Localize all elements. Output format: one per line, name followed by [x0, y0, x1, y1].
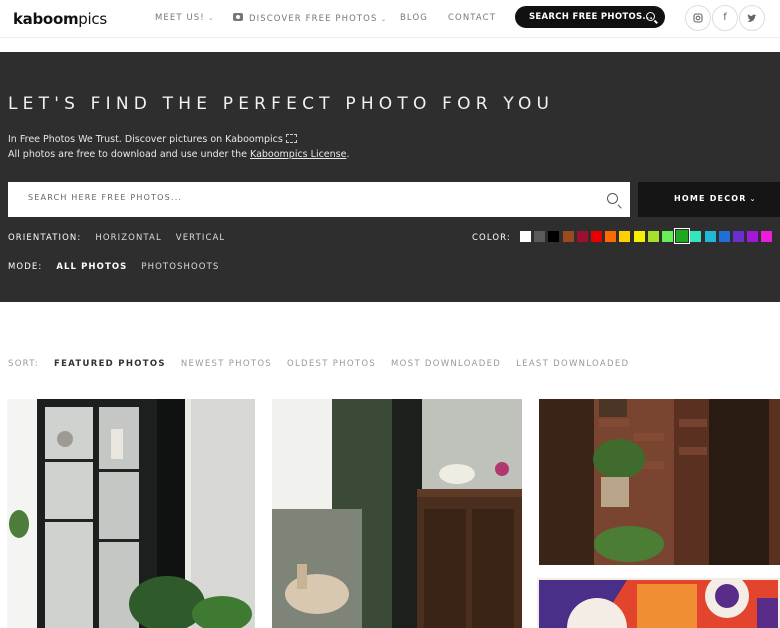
nav-meet-us-label: MEET US! — [155, 13, 205, 23]
color-swatch[interactable] — [534, 231, 546, 242]
category-dropdown-label: HOME DECOR — [674, 194, 747, 203]
hero-section: LET'S FIND THE PERFECT PHOTO FOR YOU In … — [0, 52, 780, 302]
photo-glass-cabinet[interactable] — [7, 399, 255, 628]
orientation-vertical[interactable]: VERTICAL — [176, 233, 225, 243]
sort-label: SORT: — [8, 359, 39, 369]
color-swatch[interactable] — [747, 231, 759, 242]
sort-bar: SORT: FEATURED PHOTOS NEWEST PHOTOS OLDEST … — [8, 359, 629, 369]
nav-discover-free-photos[interactable]: DISCOVER FREE PHOTOS ⌄ — [233, 13, 387, 24]
color-swatch[interactable] — [548, 231, 560, 242]
flag-icon — [285, 134, 297, 143]
nav-contact[interactable]: CONTACT — [448, 13, 496, 23]
photo-brick-wall-plants[interactable] — [539, 399, 780, 565]
hero-subtitle-suffix: . — [346, 149, 350, 160]
hero-title: LET'S FIND THE PERFECT PHOTO FOR YOU — [8, 94, 555, 114]
search-icon[interactable] — [607, 193, 618, 204]
nav-blog[interactable]: BLOG — [400, 13, 428, 23]
color-swatch[interactable] — [591, 231, 602, 242]
color-swatch[interactable] — [520, 231, 531, 242]
nav-discover-label: DISCOVER FREE PHOTOS — [249, 14, 378, 24]
photo-dresser-horse[interactable] — [272, 399, 522, 628]
mode-all-photos[interactable]: ALL PHOTOS — [56, 262, 127, 272]
color-swatch[interactable] — [605, 231, 617, 242]
hero-subtitle: In Free Photos We Trust. Discover pictur… — [8, 132, 350, 162]
license-link[interactable]: Kaboompics License — [250, 149, 346, 160]
twitter-icon[interactable] — [739, 5, 765, 31]
color-swatch[interactable] — [761, 231, 773, 242]
chevron-down-icon: ⌄ — [380, 15, 388, 23]
search-icon — [646, 12, 655, 21]
orientation-horizontal[interactable]: HORIZONTAL — [95, 233, 161, 243]
mode-label: MODE: — [8, 262, 43, 272]
color-filter-label: COLOR: — [472, 233, 511, 243]
color-swatch[interactable] — [647, 231, 659, 242]
color-swatch[interactable] — [562, 231, 574, 242]
color-swatch[interactable] — [662, 231, 673, 242]
photo-search-box[interactable] — [8, 182, 630, 217]
facebook-icon[interactable]: f — [712, 5, 738, 31]
color-swatch[interactable] — [704, 231, 716, 242]
color-swatch[interactable] — [718, 231, 730, 242]
header-search-label: SEARCH FREE PHOTOS... — [529, 12, 653, 22]
sort-oldest-photos[interactable]: OLDEST PHOTOS — [287, 359, 376, 369]
kaboompics-logo[interactable]: kaboompics — [13, 10, 107, 28]
chevron-down-icon: ⌄ — [749, 195, 757, 203]
nav-meet-us[interactable]: MEET US! ⌄ — [155, 13, 215, 23]
sort-featured-photos[interactable]: FEATURED PHOTOS — [54, 359, 166, 369]
chevron-down-icon: ⌄ — [207, 14, 215, 22]
sort-most-downloaded[interactable]: MOST DOWNLOADED — [391, 359, 501, 369]
photo-search-input[interactable] — [28, 193, 588, 202]
hero-subtitle-line1: In Free Photos We Trust. Discover pictur… — [8, 134, 283, 145]
orientation-label: ORIENTATION: — [8, 233, 82, 243]
sort-newest-photos[interactable]: NEWEST PHOTOS — [181, 359, 272, 369]
color-swatch[interactable] — [674, 228, 691, 244]
header-search-button[interactable]: SEARCH FREE PHOTOS... — [515, 6, 665, 28]
category-dropdown[interactable]: HOME DECOR ⌄ — [638, 182, 780, 217]
mode-filter: MODE: ALL PHOTOS PHOTOSHOOTS — [8, 262, 219, 272]
color-swatch[interactable] — [733, 231, 744, 242]
camera-icon — [233, 13, 243, 21]
color-swatch[interactable] — [619, 231, 631, 242]
nav-contact-label: CONTACT — [448, 13, 497, 23]
top-navbar: kaboompics MEET US! ⌄ DISCOVER FREE PHOTO… — [0, 0, 780, 38]
nav-blog-label: BLOG — [400, 13, 428, 23]
color-swatch[interactable] — [633, 231, 645, 242]
color-swatch[interactable] — [690, 231, 702, 242]
instagram-icon[interactable] — [685, 5, 711, 31]
photo-colorful-art[interactable] — [537, 578, 780, 628]
color-swatch[interactable] — [576, 231, 588, 242]
orientation-filter: ORIENTATION: HORIZONTAL VERTICAL — [8, 233, 225, 243]
sort-least-downloaded[interactable]: LEAST DOWNLOADED — [516, 359, 629, 369]
logo-text-light: pics — [78, 10, 107, 28]
hero-subtitle-line2: All photos are free to download and use … — [8, 149, 250, 160]
mode-photoshoots[interactable]: PHOTOSHOOTS — [141, 262, 219, 272]
logo-text-bold: kaboom — [13, 10, 79, 28]
